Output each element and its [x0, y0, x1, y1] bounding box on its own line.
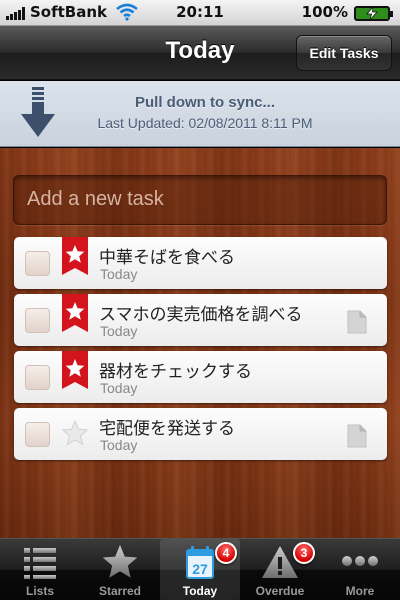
status-bar: SoftBank 20:11 100% — [0, 0, 400, 26]
task-row[interactable]: 宅配便を発送する Today — [14, 408, 387, 460]
tab-overdue[interactable]: 3 Overdue — [240, 539, 320, 600]
tab-label: Lists — [25, 584, 54, 598]
task-checkbox[interactable] — [25, 251, 50, 276]
tab-label: Overdue — [255, 584, 305, 598]
task-row[interactable]: 器材をチェックする Today — [14, 351, 387, 403]
task-title: 宅配便を発送する — [99, 419, 235, 438]
tab-today[interactable]: 27 4 Today — [160, 539, 240, 600]
more-dots-icon — [342, 556, 378, 566]
starred-flag-icon[interactable] — [62, 237, 88, 275]
task-title: スマホの実売価格を調べる — [99, 305, 303, 324]
note-icon[interactable] — [347, 310, 367, 334]
battery-percent: 100% — [301, 3, 348, 21]
tab-label: Today — [182, 584, 218, 598]
task-checkbox[interactable] — [25, 365, 50, 390]
overdue-badge: 3 — [293, 542, 315, 564]
tab-label: More — [345, 584, 375, 598]
task-due-date: Today — [100, 380, 138, 396]
sync-title: Pull down to sync... — [134, 94, 275, 111]
task-due-date: Today — [100, 323, 138, 339]
calendar-icon: 27 — [186, 546, 214, 579]
calendar-day: 27 — [192, 561, 208, 577]
charging-bolt-icon — [366, 6, 378, 21]
task-checkbox[interactable] — [25, 422, 50, 447]
tab-bar: Lists Starred 27 4 Today 3 Overdue More — [0, 538, 400, 600]
tab-more[interactable]: More — [320, 539, 400, 600]
pull-to-sync-panel[interactable]: Pull down to sync... Last Updated: 02/08… — [0, 81, 400, 147]
task-row[interactable]: スマホの実売価格を調べる Today — [14, 294, 387, 346]
today-badge: 4 — [215, 542, 237, 564]
star-outline-icon[interactable] — [62, 420, 88, 446]
last-updated-text: Last Updated: 02/08/2011 8:11 PM — [97, 115, 313, 131]
star-icon — [102, 545, 138, 578]
starred-flag-icon[interactable] — [62, 351, 88, 389]
task-row[interactable]: 中華そばを食べる Today — [14, 237, 387, 289]
task-list-area: Add a new task 中華そばを食べる Today スマホの実売価格を調… — [0, 148, 400, 538]
starred-flag-icon[interactable] — [62, 294, 88, 332]
note-icon[interactable] — [347, 424, 367, 448]
list-icon — [24, 548, 56, 579]
tab-starred[interactable]: Starred — [80, 539, 160, 600]
tab-label: Starred — [98, 584, 142, 598]
tab-lists[interactable]: Lists — [0, 539, 80, 600]
add-task-input[interactable]: Add a new task — [13, 175, 387, 225]
task-title: 器材をチェックする — [99, 362, 252, 381]
navigation-bar: Today Edit Tasks — [0, 26, 400, 80]
edit-tasks-button[interactable]: Edit Tasks — [296, 35, 392, 71]
task-due-date: Today — [100, 437, 138, 453]
task-title: 中華そばを食べる — [99, 248, 235, 267]
task-checkbox[interactable] — [25, 308, 50, 333]
task-due-date: Today — [100, 266, 138, 282]
